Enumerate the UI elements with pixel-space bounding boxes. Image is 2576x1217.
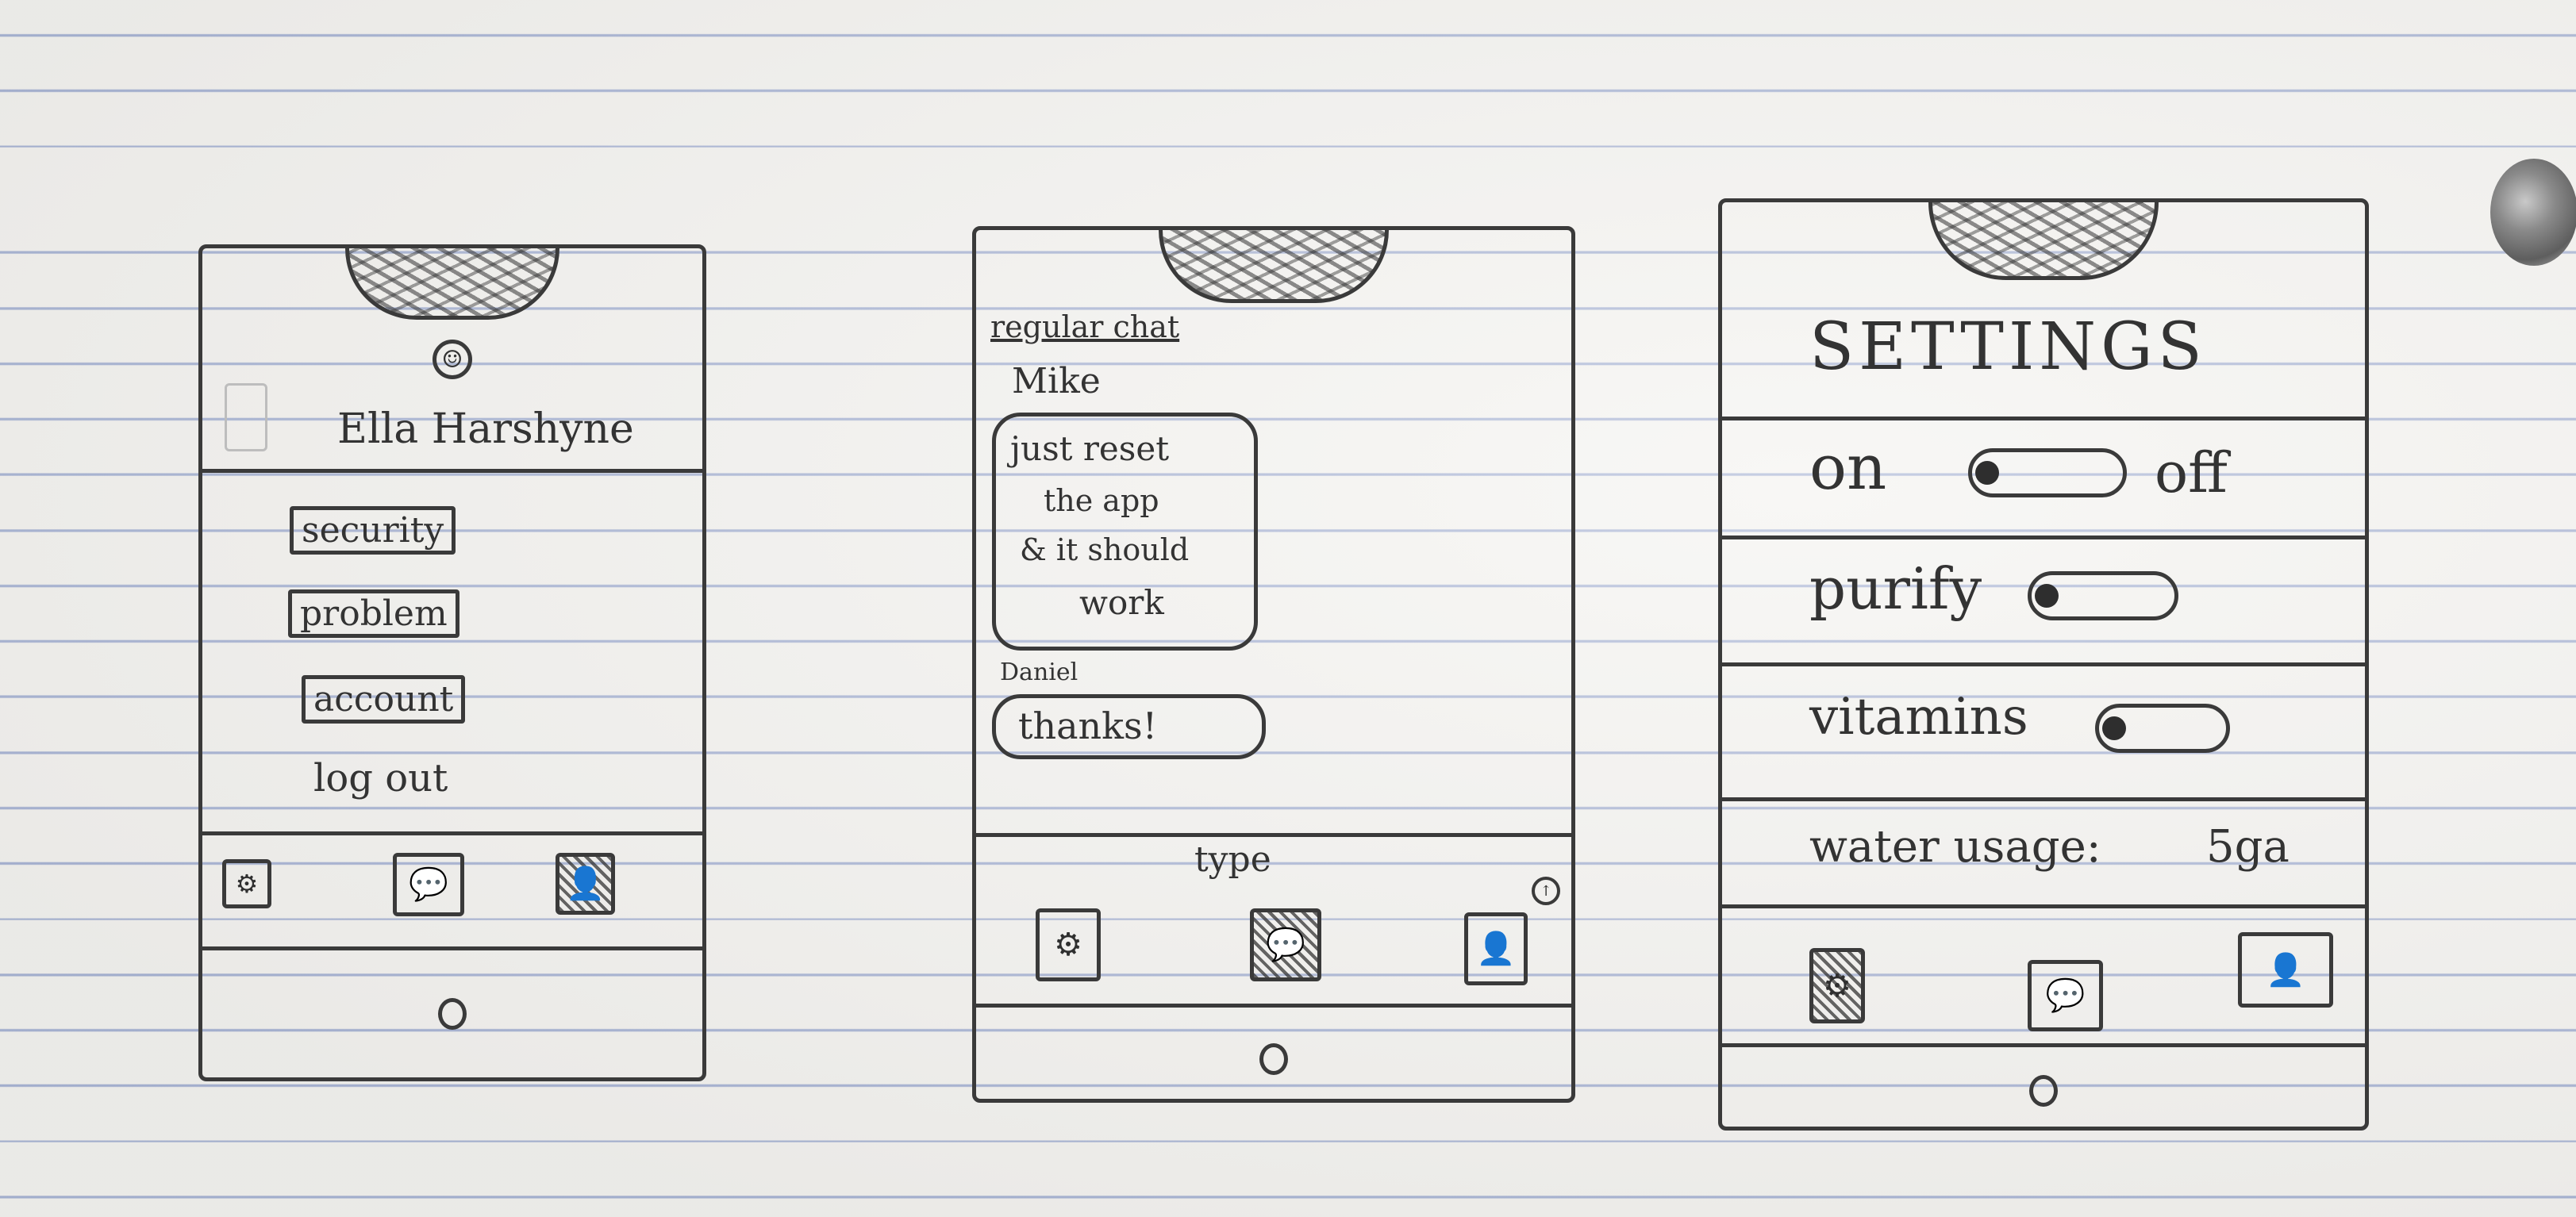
message-bubble: just reset the app & it should work [992, 413, 1258, 651]
user-name: Ella Harshyne [337, 405, 634, 453]
power-toggle[interactable] [1968, 448, 2127, 497]
tab-chat[interactable]: 💬 [2028, 960, 2103, 1031]
chat-bubble-icon: 💬 [1266, 927, 1305, 963]
message-line: work [1079, 583, 1164, 622]
tab-settings[interactable]: ⚙ [1036, 908, 1101, 981]
tab-settings[interactable]: ⚙ [222, 859, 271, 908]
gear-icon: ⚙ [235, 869, 259, 899]
phone-notch [1928, 202, 2159, 280]
phone-notch [1159, 230, 1389, 303]
tabbar-top-divider [1722, 904, 2365, 908]
divider [976, 833, 1571, 837]
home-button[interactable] [2029, 1075, 2058, 1107]
power-on-label: on [1809, 432, 1887, 504]
toggle-knob [1975, 461, 1999, 485]
send-arrow-icon[interactable]: ↑ [1532, 877, 1560, 905]
chat-phone-frame: regular chat Mike just reset the app & i… [972, 226, 1575, 1103]
chat-bubble-icon: 💬 [2045, 977, 2086, 1014]
water-usage-value: 5ga [2206, 821, 2290, 873]
divider [1722, 662, 2365, 666]
divider [1722, 797, 2365, 801]
person-icon: 👤 [1476, 931, 1516, 967]
toggle-knob [2035, 584, 2059, 608]
logout-link[interactable]: log out [313, 756, 448, 800]
divider [1722, 536, 2365, 539]
tabbar-top-divider [202, 831, 702, 835]
security-button[interactable]: security [290, 506, 456, 555]
message-input[interactable]: type [1194, 839, 1271, 880]
message-line: thanks! [1018, 704, 1158, 747]
vitamins-label: vitamins [1809, 688, 2028, 747]
gear-icon: ⚙ [1054, 927, 1082, 963]
person-icon: 👤 [2266, 951, 2305, 989]
message-line: just reset [1010, 429, 1170, 468]
avatar-placeholder [225, 383, 267, 451]
power-off-label: off [2155, 440, 2228, 505]
purify-toggle[interactable] [2028, 571, 2178, 620]
settings-title: SETTINGS [1809, 309, 2207, 385]
tab-settings[interactable]: ⚙ [1809, 948, 1865, 1023]
message-bubble: thanks! [992, 694, 1266, 759]
water-usage-label: water usage: [1809, 821, 2101, 873]
chat-title: regular chat [990, 309, 1180, 344]
message-line: & it should [1020, 532, 1190, 567]
chat-bubble-icon: 💬 [409, 866, 448, 903]
tabbar-bottom-divider [1722, 1043, 2365, 1047]
message-sender: Mike [1012, 361, 1101, 401]
home-button[interactable] [1259, 1043, 1288, 1075]
toggle-knob [2102, 716, 2126, 740]
avatar-icon: ☺ [433, 340, 472, 379]
message-sender: Daniel [1000, 658, 1078, 686]
binder-hole [2490, 159, 2576, 266]
message-line: the app [1044, 483, 1159, 518]
purify-label: purify [1809, 555, 1982, 622]
divider [1722, 417, 2365, 420]
gear-icon: ⚙ [1823, 967, 1851, 1004]
tab-profile[interactable]: 👤 [1464, 912, 1528, 985]
tab-chat[interactable]: 💬 [393, 853, 464, 916]
problem-button[interactable]: problem [288, 589, 459, 638]
home-button[interactable] [438, 998, 467, 1030]
tab-profile[interactable]: 👤 [556, 853, 615, 915]
vitamins-toggle[interactable] [2095, 704, 2230, 753]
tabbar-bottom-divider [976, 1004, 1571, 1008]
divider [202, 469, 702, 473]
person-icon: 👤 [565, 866, 606, 902]
tab-profile[interactable]: 👤 [2238, 932, 2333, 1008]
tabbar-bottom-divider [202, 946, 702, 950]
settings-phone-frame: SETTINGS on off purify vitamins water us… [1718, 198, 2369, 1131]
tab-chat[interactable]: 💬 [1250, 908, 1321, 981]
phone-notch [345, 248, 559, 320]
account-button[interactable]: account [302, 675, 466, 724]
profile-phone-frame: ☺ Ella Harshyne security problem account… [198, 244, 706, 1081]
